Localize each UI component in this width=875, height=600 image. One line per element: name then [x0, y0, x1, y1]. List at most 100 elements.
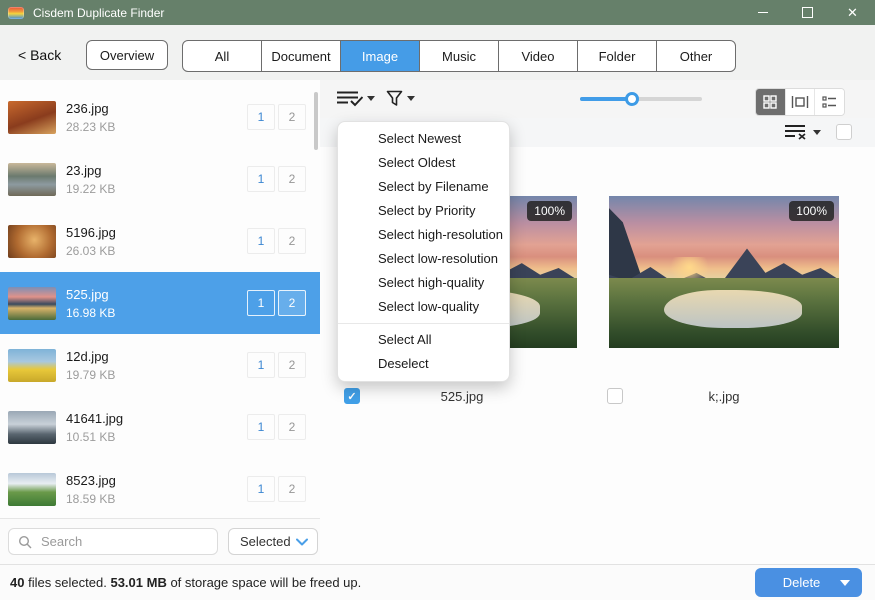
file-name: 12d.jpg	[66, 349, 247, 364]
file-thumbnail	[8, 101, 56, 134]
menu-item-select-by-filename[interactable]: Select by Filename	[338, 175, 509, 199]
file-name: 8523.jpg	[66, 473, 247, 488]
app-icon	[8, 7, 24, 19]
file-name: 41641.jpg	[66, 411, 247, 426]
tab-document[interactable]: Document	[261, 41, 340, 71]
menu-item-select-newest[interactable]: Select Newest	[338, 127, 509, 151]
file-size: 26.03 KB	[66, 244, 247, 258]
duplicate-count-badge-1[interactable]: 1	[247, 476, 275, 502]
thumbnail-size-slider[interactable]	[580, 97, 702, 101]
delete-button-label: Delete	[755, 575, 840, 590]
deselect-list-icon	[785, 124, 809, 140]
file-thumbnail	[8, 411, 56, 444]
duplicate-count-badge-1[interactable]: 1	[247, 290, 275, 316]
sidebar-footer: Selected	[0, 518, 320, 566]
overview-button[interactable]: Overview	[86, 40, 168, 70]
file-size: 28.23 KB	[66, 120, 247, 134]
group-deselect-button[interactable]	[785, 124, 821, 140]
compare-view-button[interactable]	[785, 89, 815, 115]
freed-size: 53.01 MB	[110, 575, 166, 590]
file-name: 236.jpg	[66, 101, 247, 116]
filter-funnel-icon	[386, 90, 403, 107]
grid-view-button[interactable]	[756, 89, 785, 115]
duplicate-count-badge-2[interactable]: 2	[278, 290, 306, 316]
list-view-icon	[822, 96, 837, 109]
minimize-button[interactable]	[740, 0, 785, 25]
duplicate-count-badge-2[interactable]: 2	[278, 228, 306, 254]
selected-filter-label: Selected	[240, 534, 291, 549]
dropdown-caret-icon	[407, 96, 415, 101]
tab-video[interactable]: Video	[498, 41, 577, 71]
status-text: 40 files selected. 53.01 MB of storage s…	[10, 565, 361, 600]
file-row[interactable]: 236.jpg 28.23 KB 1 2	[0, 86, 320, 148]
menu-item-select-all[interactable]: Select All	[338, 328, 509, 352]
duplicate-count-badge-1[interactable]: 1	[247, 352, 275, 378]
navigation-bar: < Back Overview All Document Image Music…	[0, 25, 875, 81]
menu-item-select-high-resolution[interactable]: Select high-resolution	[338, 223, 509, 247]
tab-all[interactable]: All	[183, 41, 261, 71]
duplicate-count-badge-1[interactable]: 1	[247, 414, 275, 440]
menu-item-deselect[interactable]: Deselect	[338, 352, 509, 376]
file-row[interactable]: 12d.jpg 19.79 KB 1 2	[0, 334, 320, 396]
maximize-icon	[802, 7, 813, 18]
duplicate-count-badge-2[interactable]: 2	[278, 352, 306, 378]
status-bar: 40 files selected. 53.01 MB of storage s…	[0, 564, 875, 600]
duplicate-count-badge-1[interactable]: 1	[247, 104, 275, 130]
view-mode-toggle	[755, 88, 845, 116]
select-options-button[interactable]	[337, 90, 375, 107]
file-size: 19.22 KB	[66, 182, 247, 196]
tab-other[interactable]: Other	[656, 41, 735, 71]
image-filename: k;.jpg	[609, 389, 839, 404]
tab-folder[interactable]: Folder	[577, 41, 656, 71]
duplicate-count-badge-2[interactable]: 2	[278, 166, 306, 192]
file-row[interactable]: 8523.jpg 18.59 KB 1 2	[0, 458, 320, 518]
menu-item-select-by-priority[interactable]: Select by Priority	[338, 199, 509, 223]
slider-fill	[580, 97, 632, 101]
dropdown-caret-icon	[813, 130, 821, 135]
match-percent-badge: 100%	[527, 201, 572, 221]
search-icon	[18, 535, 32, 549]
duplicate-count-badge-2[interactable]: 2	[278, 104, 306, 130]
file-thumbnail	[8, 163, 56, 196]
menu-item-select-low-resolution[interactable]: Select low-resolution	[338, 247, 509, 271]
category-tabs: All Document Image Music Video Folder Ot…	[182, 40, 736, 72]
menu-separator	[338, 323, 509, 324]
menu-item-select-low-quality[interactable]: Select low-quality	[338, 295, 509, 319]
sidebar-scrollbar[interactable]	[314, 92, 318, 150]
minimize-icon	[758, 12, 768, 13]
duplicate-count-badge-1[interactable]: 1	[247, 166, 275, 192]
menu-item-select-oldest[interactable]: Select Oldest	[338, 151, 509, 175]
file-size: 10.51 KB	[66, 430, 247, 444]
duplicate-image-card[interactable]: 100%	[609, 196, 839, 348]
slider-thumb[interactable]	[625, 92, 639, 106]
chevron-down-icon	[296, 538, 308, 546]
list-view-button[interactable]	[814, 89, 844, 115]
back-button[interactable]: < Back	[18, 47, 61, 63]
file-size: 18.59 KB	[66, 492, 247, 506]
menu-item-select-high-quality[interactable]: Select high-quality	[338, 271, 509, 295]
delete-button[interactable]: Delete	[755, 568, 862, 597]
file-row-selected[interactable]: 525.jpg 16.98 KB 1 2	[0, 272, 320, 334]
file-size: 16.98 KB	[66, 306, 247, 320]
filter-button[interactable]	[386, 90, 415, 107]
delete-dropdown-caret-icon[interactable]	[840, 580, 850, 586]
file-row[interactable]: 41641.jpg 10.51 KB 1 2	[0, 396, 320, 458]
maximize-button[interactable]	[785, 0, 830, 25]
file-name: 5196.jpg	[66, 225, 247, 240]
title-bar: Cisdem Duplicate Finder ✕	[0, 0, 875, 25]
duplicate-count-badge-2[interactable]: 2	[278, 476, 306, 502]
file-thumbnail	[8, 225, 56, 258]
group-select-checkbox[interactable]	[836, 124, 852, 140]
tab-image[interactable]: Image	[340, 41, 419, 71]
file-row[interactable]: 5196.jpg 26.03 KB 1 2	[0, 210, 320, 272]
tab-music[interactable]: Music	[419, 41, 498, 71]
search-input[interactable]	[39, 533, 193, 550]
select-list-check-icon	[337, 90, 363, 107]
dropdown-caret-icon	[367, 96, 375, 101]
selected-filter-dropdown[interactable]: Selected	[228, 528, 318, 555]
duplicate-count-badge-1[interactable]: 1	[247, 228, 275, 254]
search-box	[8, 528, 218, 555]
file-row[interactable]: 23.jpg 19.22 KB 1 2	[0, 148, 320, 210]
close-button[interactable]: ✕	[830, 0, 875, 25]
duplicate-count-badge-2[interactable]: 2	[278, 414, 306, 440]
